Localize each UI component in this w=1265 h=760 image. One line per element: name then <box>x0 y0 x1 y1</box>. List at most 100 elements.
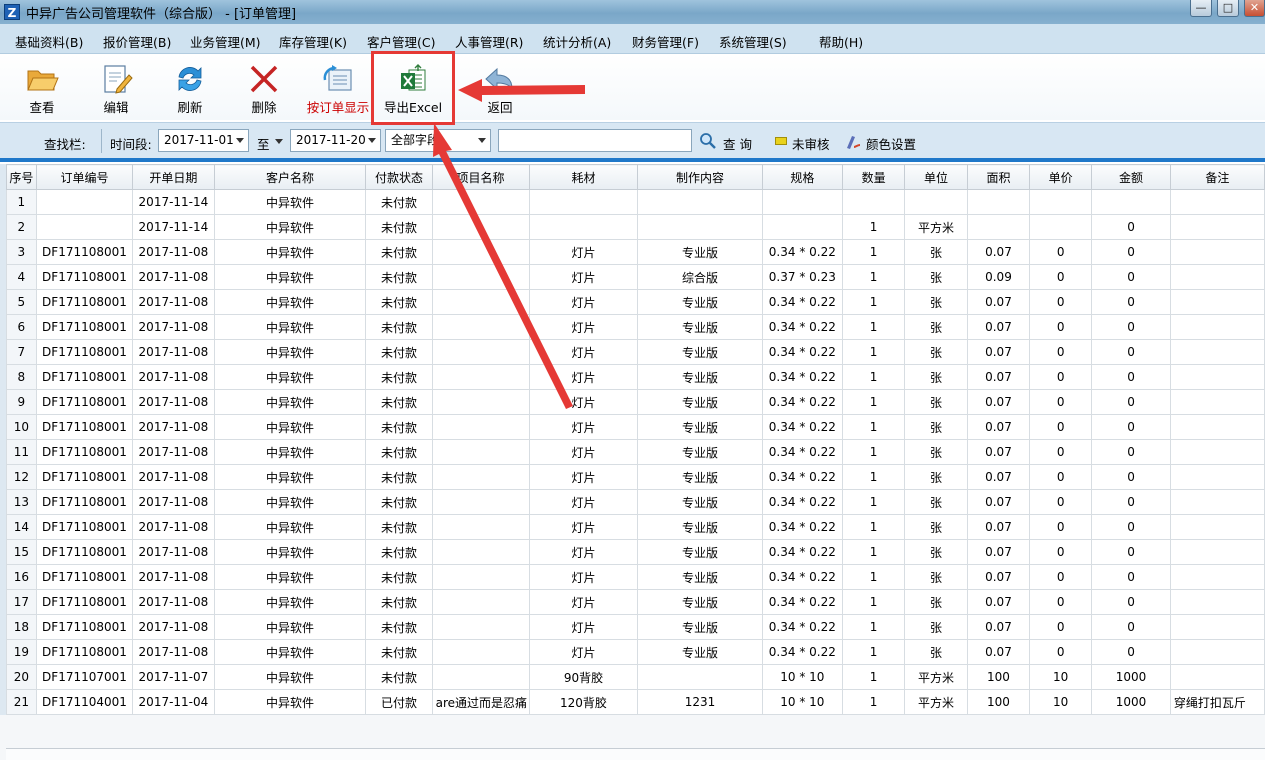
cell-pay-status[interactable]: 未付款 <box>365 264 433 290</box>
delete-button[interactable]: 删除 <box>229 54 299 120</box>
cell-spec[interactable]: 0.34 * 0.22 <box>761 589 844 615</box>
cell-unit[interactable]: 张 <box>904 489 968 515</box>
cell-unit[interactable] <box>904 189 968 215</box>
cell-remark[interactable] <box>1169 589 1265 615</box>
cell-pay-status[interactable]: 未付款 <box>365 364 433 390</box>
cell-customer[interactable]: 中异软件 <box>213 564 367 590</box>
cell-project[interactable] <box>431 564 530 590</box>
date-to-picker[interactable]: 2017-11-20 <box>290 129 381 152</box>
cell-date[interactable]: 2017-11-08 <box>132 314 215 340</box>
cell-unit[interactable]: 张 <box>904 339 968 365</box>
cell-seq[interactable]: 3 <box>6 239 37 265</box>
cell-order-no[interactable]: DF171108001 <box>35 314 134 340</box>
cell-price[interactable]: 0 <box>1029 364 1093 390</box>
cell-customer[interactable]: 中异软件 <box>213 214 367 240</box>
cell-order-no[interactable] <box>35 214 134 240</box>
cell-amount[interactable]: 0 <box>1091 314 1171 340</box>
cell-remark[interactable] <box>1169 289 1265 315</box>
cell-amount[interactable]: 1000 <box>1091 689 1171 715</box>
cell-customer[interactable]: 中异软件 <box>213 489 367 515</box>
cell-pay-status[interactable]: 未付款 <box>365 464 433 490</box>
cell-customer[interactable]: 中异软件 <box>213 614 367 640</box>
menu-hr[interactable]: 人事管理(R) <box>455 32 523 51</box>
cell-project[interactable] <box>431 664 530 690</box>
cell-area[interactable]: 0.07 <box>966 489 1031 515</box>
cell-project[interactable]: are通过而是忍痛 <box>431 689 530 715</box>
cell-price[interactable] <box>1029 214 1093 240</box>
cell-qty[interactable]: 1 <box>842 539 906 565</box>
cell-qty[interactable]: 1 <box>842 489 906 515</box>
cell-material[interactable]: 灯片 <box>528 539 639 565</box>
cell-pay-status[interactable]: 未付款 <box>365 564 433 590</box>
cell-pay-status[interactable]: 已付款 <box>365 689 433 715</box>
cell-price[interactable]: 0 <box>1029 264 1093 290</box>
cell-qty[interactable]: 1 <box>842 414 906 440</box>
cell-order-no[interactable]: DF171108001 <box>35 589 134 615</box>
cell-qty[interactable]: 1 <box>842 314 906 340</box>
cell-material[interactable] <box>528 189 639 215</box>
cell-qty[interactable]: 1 <box>842 464 906 490</box>
column-header-material[interactable]: 耗材 <box>528 164 639 190</box>
cell-order-no[interactable]: DF171108001 <box>35 389 134 415</box>
cell-order-no[interactable]: DF171108001 <box>35 414 134 440</box>
cell-price[interactable] <box>1029 189 1093 215</box>
cell-project[interactable] <box>431 514 530 540</box>
cell-remark[interactable] <box>1169 439 1265 465</box>
cell-project[interactable] <box>431 589 530 615</box>
column-header-amount[interactable]: 金额 <box>1091 164 1171 190</box>
cell-date[interactable]: 2017-11-08 <box>132 289 215 315</box>
cell-customer[interactable]: 中异软件 <box>213 539 367 565</box>
menu-inventory[interactable]: 库存管理(K) <box>279 32 347 51</box>
cell-area[interactable]: 0.07 <box>966 614 1031 640</box>
cell-remark[interactable] <box>1169 614 1265 640</box>
close-button[interactable]: ✕ <box>1244 0 1265 17</box>
cell-content[interactable]: 专业版 <box>637 389 763 415</box>
cell-content[interactable]: 专业版 <box>637 464 763 490</box>
cell-amount[interactable]: 0 <box>1091 239 1171 265</box>
cell-remark[interactable] <box>1169 514 1265 540</box>
cell-unit[interactable]: 张 <box>904 314 968 340</box>
cell-content[interactable]: 专业版 <box>637 589 763 615</box>
cell-pay-status[interactable]: 未付款 <box>365 589 433 615</box>
cell-amount[interactable]: 0 <box>1091 614 1171 640</box>
cell-remark[interactable] <box>1169 414 1265 440</box>
cell-material[interactable]: 灯片 <box>528 639 639 665</box>
cell-price[interactable]: 0 <box>1029 314 1093 340</box>
cell-pay-status[interactable]: 未付款 <box>365 339 433 365</box>
cell-qty[interactable]: 1 <box>842 289 906 315</box>
cell-qty[interactable]: 1 <box>842 664 906 690</box>
cell-remark[interactable] <box>1169 189 1265 215</box>
cell-date[interactable]: 2017-11-08 <box>132 639 215 665</box>
cell-material[interactable] <box>528 214 639 240</box>
cell-price[interactable]: 0 <box>1029 589 1093 615</box>
cell-seq[interactable]: 1 <box>6 189 37 215</box>
cell-spec[interactable]: 0.34 * 0.22 <box>761 289 844 315</box>
cell-unit[interactable]: 平方米 <box>904 214 968 240</box>
cell-price[interactable]: 0 <box>1029 514 1093 540</box>
column-header-unit[interactable]: 单位 <box>904 164 968 190</box>
cell-unit[interactable]: 张 <box>904 414 968 440</box>
cell-price[interactable]: 0 <box>1029 564 1093 590</box>
cell-content[interactable] <box>637 214 763 240</box>
cell-project[interactable] <box>431 189 530 215</box>
to-dropdown-arrow-icon[interactable] <box>275 139 283 144</box>
cell-area[interactable]: 0.07 <box>966 639 1031 665</box>
cell-amount[interactable]: 0 <box>1091 264 1171 290</box>
cell-order-no[interactable]: DF171108001 <box>35 464 134 490</box>
cell-customer[interactable]: 中异软件 <box>213 664 367 690</box>
cell-spec[interactable]: 0.34 * 0.22 <box>761 314 844 340</box>
cell-pay-status[interactable]: 未付款 <box>365 539 433 565</box>
cell-amount[interactable]: 0 <box>1091 364 1171 390</box>
table-row[interactable]: 16 DF171108001 2017-11-08 中异软件 未付款 灯片 专业版 0.34 … <box>6 564 1265 590</box>
cell-seq[interactable]: 17 <box>6 589 37 615</box>
cell-project[interactable] <box>431 539 530 565</box>
cell-spec[interactable]: 0.34 * 0.22 <box>761 514 844 540</box>
cell-remark[interactable] <box>1169 489 1265 515</box>
query-label[interactable]: 查 询 <box>723 134 752 153</box>
cell-spec[interactable]: 10 * 10 <box>761 689 844 715</box>
table-row[interactable]: 1 2017-11-14 中异软件 未付款 <box>6 189 1265 215</box>
cell-price[interactable]: 0 <box>1029 464 1093 490</box>
cell-amount[interactable]: 0 <box>1091 414 1171 440</box>
cell-customer[interactable]: 中异软件 <box>213 439 367 465</box>
cell-content[interactable]: 专业版 <box>637 564 763 590</box>
